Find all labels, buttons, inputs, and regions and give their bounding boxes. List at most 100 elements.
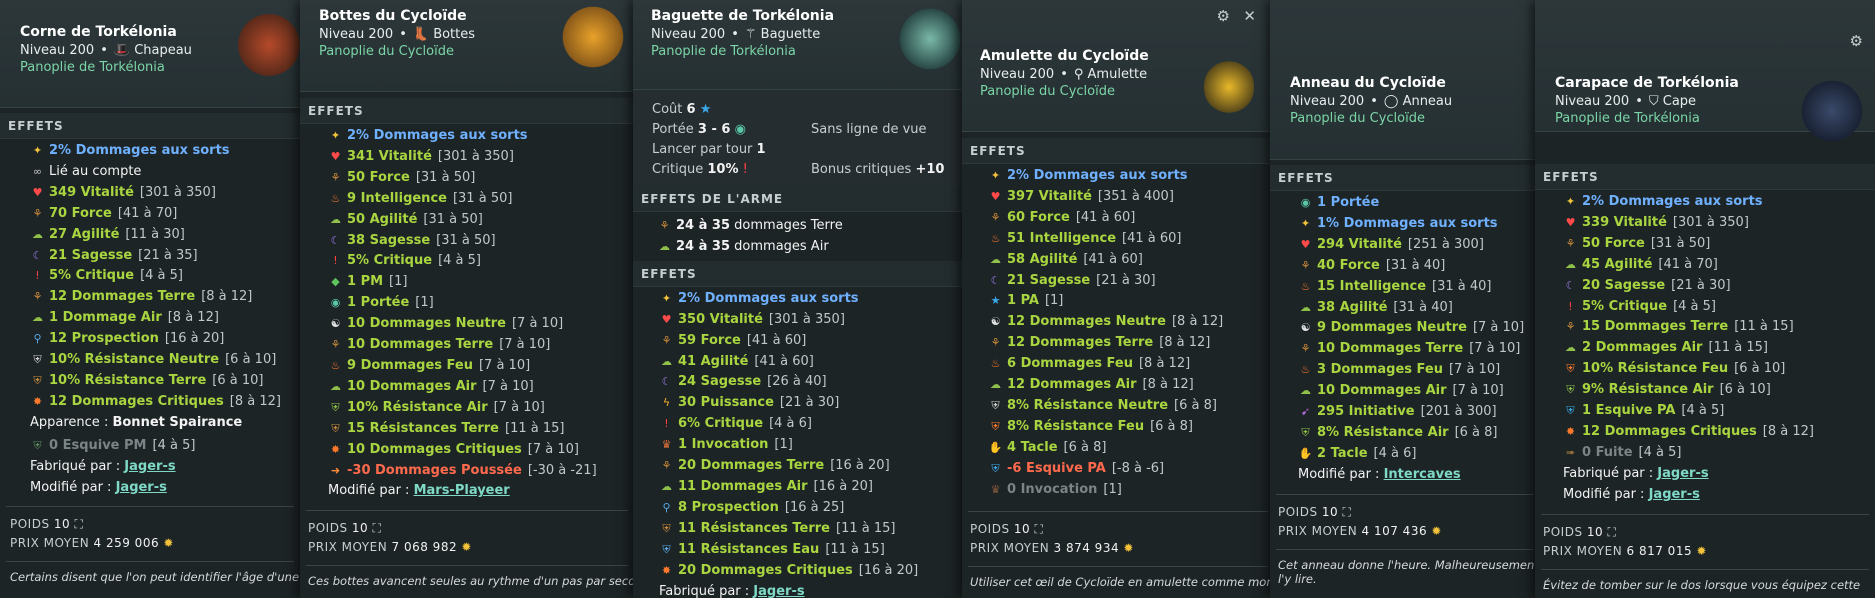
effect-value: 10 Dommages Terre <box>1317 341 1464 357</box>
effect-row: ☁ 12 Dommages Air [8 à 12] <box>988 375 1274 396</box>
effect-range: [7 à 10] <box>1472 320 1525 336</box>
weapon-crit: Critique 10% ! <box>652 162 748 177</box>
effects-header: EFFETS <box>1270 165 1540 191</box>
effect-row: ◆ 1 PM [1] <box>328 272 634 293</box>
hat-icon: 🎩 <box>113 43 131 58</box>
ap-star-icon: ★ <box>699 102 712 117</box>
magnifier-icon: ⚲ <box>662 500 671 514</box>
effect-range: [8 à 12] <box>201 289 253 305</box>
kamas-icon: ✹ <box>163 536 174 551</box>
effect-range: [6 à 10] <box>1734 361 1786 377</box>
tooltip-header: Baguette de Torkélonia Niveau 200 • ⚚ Bagu… <box>633 0 963 90</box>
effect-value: 51 Intelligence <box>1007 230 1117 246</box>
moon-icon: ☾ <box>661 375 672 389</box>
divider <box>6 506 294 508</box>
effect-range: [41 à 60] <box>746 332 807 348</box>
effect-value: 0 Invocation <box>1007 481 1098 497</box>
effect-row: ✦ 1% Dommages aux sorts <box>1298 214 1540 235</box>
effect-range: [1] <box>1103 481 1122 497</box>
effect-value: 10 Dommages Neutre <box>347 316 506 332</box>
effect-row: ☁ 11 Dommages Air [16 à 20] <box>659 477 963 498</box>
settings-icon[interactable]: ⚙ <box>1217 7 1230 25</box>
effect-range: [4 à 5] <box>140 268 183 284</box>
modifier-link[interactable]: Mars-Playeer <box>414 483 510 498</box>
effect-value: 5% Critique <box>49 268 135 284</box>
effect-value: 12 Dommages Air <box>1007 377 1137 393</box>
crafter-link[interactable]: Jager-s <box>1657 466 1708 481</box>
effect-range: [21 à 30] <box>1096 272 1156 288</box>
effect-row: ⚘ 60 Force [41 à 60] <box>988 208 1274 229</box>
effect-row: ☾ 38 Sagesse [31 à 50] <box>328 231 634 252</box>
weapon-effects-header: EFFETS DE L'ARME <box>633 186 963 212</box>
fire-icon: ♨ <box>990 231 1001 245</box>
effect-value: Lié au compte <box>49 163 142 179</box>
diamond-icon: ◆ <box>331 275 340 289</box>
effect-range: [8 à 12] <box>1762 423 1814 439</box>
effect-value: 30 Puissance <box>678 395 774 411</box>
effect-value: 59 Force <box>678 332 741 348</box>
item-description-line2: l'y lire. <box>1278 571 1317 586</box>
shield-air-icon: ⛨ <box>1566 383 1575 397</box>
effect-value: 45 Agilité <box>1582 256 1653 272</box>
effect-row: ✦ 2% Dommages aux sorts <box>30 141 300 162</box>
cloud-icon: ☁ <box>661 479 672 493</box>
modifier-link[interactable]: Jager-s <box>1649 487 1700 502</box>
effect-value: 2% Dommages aux sorts <box>347 128 528 143</box>
cloud-icon: ☁ <box>1565 341 1576 355</box>
effect-range: [1] <box>389 274 408 290</box>
effect-range: [31 à 50] <box>1650 235 1711 251</box>
magnifier-icon: ⚲ <box>33 332 42 346</box>
shield-water-icon: ⛨ <box>662 542 671 556</box>
earth-icon: ⚘ <box>1300 258 1311 272</box>
divider <box>1541 513 1869 515</box>
effect-row: ⚘ 10 Dommages Terre [7 à 10] <box>328 335 634 356</box>
tooltip-stage: Corne de Torkélonia Niveau 200 • 🎩 Chapeau… <box>0 0 1875 598</box>
effects-header: EFFETS <box>962 138 1274 164</box>
effect-range: [4 à 6] <box>769 416 812 432</box>
modifier-link[interactable]: Intercaves <box>1384 467 1461 482</box>
weapon-line: ⚘ 24 à 35 dommages Terre <box>657 216 963 237</box>
effect-value: 9 Intelligence <box>347 190 447 206</box>
effect-row: ⚘ 70 Force [41 à 70] <box>30 204 300 225</box>
heart-icon: ♥ <box>661 312 672 326</box>
price-line: PRIX MOYEN 7 068 982 ✹ <box>308 540 472 555</box>
crafted-line: Fabriqué par : Jager-s <box>1563 465 1709 481</box>
wand-art <box>899 8 961 70</box>
effect-row: ✋ 2 Tacle [4 à 6] <box>1298 444 1540 465</box>
effect-range: [41 à 60] <box>1075 209 1136 225</box>
effect-row: ♥ 341 Vitalité [301 à 350] <box>328 147 634 168</box>
effect-value: 38 Agilité <box>1317 299 1388 315</box>
effect-row: ⚘ 40 Force [31 à 40] <box>1298 256 1540 277</box>
effect-range: [4 à 6] <box>1373 445 1417 461</box>
crafter-link[interactable]: Jager-s <box>753 584 804 598</box>
shield-earth-icon: ⛨ <box>33 373 42 387</box>
amulet-icon: ⚲ <box>1073 67 1084 82</box>
dodge-ap-icon: ⛨ <box>1566 404 1575 418</box>
effect-row: ⚘ 15 Dommages Terre [11 à 15] <box>1563 317 1875 338</box>
effect-range: [7 à 10] <box>527 441 579 457</box>
effect-range: [1] <box>415 295 434 311</box>
effect-range: [31 à 50] <box>415 169 476 185</box>
item-title: Anneau du Cycloïde <box>1290 75 1446 91</box>
item-level: Niveau 200 <box>20 43 95 58</box>
effect-value: 295 Initiative <box>1317 404 1415 420</box>
cloud-icon: ☁ <box>661 354 672 368</box>
effects-header: EFFETS <box>0 113 300 139</box>
effects-list: ✦ 2% Dommages aux sorts ♥ 341 Vitalité [301 … <box>300 124 634 481</box>
effect-row: ⛨ 8% Résistance Air [6 à 8] <box>1298 423 1540 444</box>
modifier-link[interactable]: Jager-s <box>116 480 167 495</box>
settings-icon[interactable]: ⚙ <box>1850 32 1863 50</box>
effect-range: [8 à 12] <box>1142 377 1194 393</box>
shield-neutral-icon: ⛨ <box>991 398 1000 412</box>
effect-row: ✸ 10 Dommages Critiques [7 à 10] <box>328 440 634 461</box>
effect-value: 8% Résistance Air <box>1317 424 1449 440</box>
close-icon[interactable]: ✕ <box>1243 7 1256 25</box>
effect-row: ☾ 20 Sagesse [21 à 30] <box>1563 276 1875 297</box>
post-effects: ⛨ 0 Esquive PM [4 à 5] <box>0 434 300 457</box>
heart-icon: ♥ <box>1565 215 1576 229</box>
effect-range: [301 à 350] <box>437 148 514 164</box>
effect-range: [16 à 20] <box>830 458 890 474</box>
effect-value: 1 Esquive PA <box>1582 403 1676 419</box>
heart-icon: ♥ <box>1300 237 1311 251</box>
crafter-link[interactable]: Jager-s <box>124 459 175 474</box>
